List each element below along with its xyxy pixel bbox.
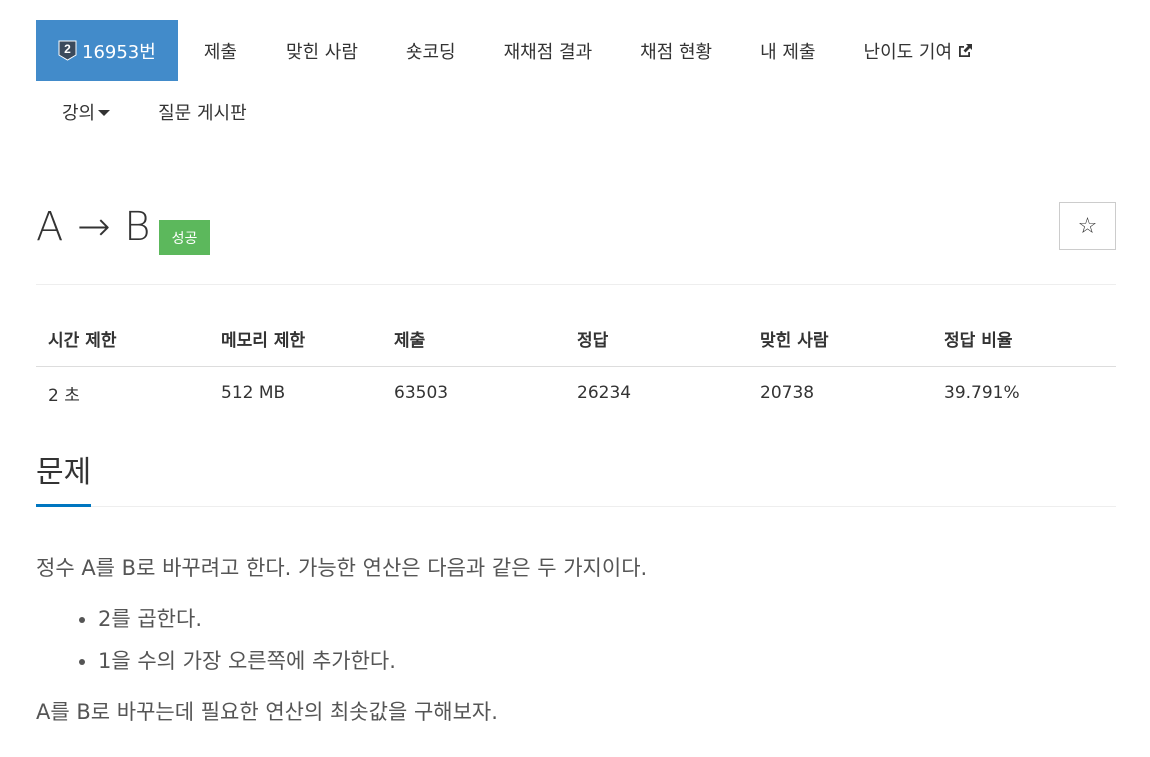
problem-outro: A를 B로 바꾸는데 필요한 연산의 최솟값을 구해보자. [36,700,498,724]
nav-lectures-label: 강의 [62,102,96,124]
nav-question-board[interactable]: 질문 게시판 [158,81,247,142]
problem-section-header: 문제 [36,452,1116,507]
header-solved-users: 맞힌 사람 [748,312,932,367]
favorite-star-button[interactable]: ☆ [1059,202,1116,250]
header-accept-ratio: 정답 비율 [932,312,1116,367]
problem-header: A → B 성공 ☆ [36,200,1116,285]
problem-info-table: 시간 제한 메모리 제한 제출 정답 맞힌 사람 정답 비율 2 초 512 M… [36,312,1116,420]
table-header-row: 시간 제한 메모리 제한 제출 정답 맞힌 사람 정답 비율 [36,312,1116,367]
nav-row-2: 강의 질문 게시판 [36,81,1116,142]
header-submissions: 제출 [382,312,565,367]
nav-submit[interactable]: 제출 [204,20,237,81]
nav-solved-users-label: 맞힌 사람 [285,41,358,63]
cell-accept-ratio: 39.791% [944,383,1020,404]
header-accepted: 정답 [565,312,748,367]
nav-problem-number-label: 16953번 [82,41,156,63]
cell-time-limit: 2 초 [48,385,80,406]
problem-intro: 정수 A를 B로 바꾸려고 한다. 가능한 연산은 다음과 같은 두 가지이다. [36,556,648,580]
nav-lectures-dropdown[interactable]: 강의 [62,81,111,142]
header-time-limit: 시간 제한 [36,312,209,367]
cell-memory-limit: 512 MB [221,383,286,404]
nav-rejudge-results[interactable]: 재채점 결과 [504,20,593,81]
page-title: A → B [36,204,151,250]
nav-difficulty-contribution[interactable]: 난이도 기여 [864,20,975,81]
nav-problem-number[interactable]: 2 16953번 [36,20,178,81]
nav-submit-label: 제출 [203,41,237,63]
nav-judge-status-label: 채점 현황 [640,41,713,63]
caret-down-icon [98,109,111,116]
nav-row-1: 2 16953번 제출 맞힌 사람 숏코딩 재채점 결과 채점 현황 내 제출 … [36,20,1116,81]
tier-badge-icon: 2 [58,40,77,61]
nav-my-submissions[interactable]: 내 제출 [760,20,815,81]
list-item: 2를 곱한다. [98,598,1116,640]
nav-judge-status[interactable]: 채점 현황 [640,20,712,81]
problem-nav: 2 16953번 제출 맞힌 사람 숏코딩 재채점 결과 채점 현황 내 제출 … [36,20,1116,142]
cell-solved-users: 20738 [760,383,815,404]
list-item: 1을 수의 가장 오른쪽에 추가한다. [98,640,1116,682]
problem-description: 정수 A를 B로 바꾸려고 한다. 가능한 연산은 다음과 같은 두 가지이다.… [36,548,1116,732]
operation-list: 2를 곱한다. 1을 수의 가장 오른쪽에 추가한다. [36,598,1116,682]
table-row: 2 초 512 MB 63503 26234 20738 39.791% [36,366,1116,420]
tier-badge-number: 2 [64,42,71,56]
nav-difficulty-contribution-label: 난이도 기여 [863,41,953,63]
section-title: 문제 [36,452,92,507]
nav-my-submissions-label: 내 제출 [760,41,816,63]
nav-solved-users[interactable]: 맞힌 사람 [286,20,358,81]
nav-rejudge-results-label: 재채점 결과 [503,41,593,63]
nav-short-coding-label: 숏코딩 [405,41,456,63]
cell-submissions: 63503 [394,383,449,404]
star-icon: ☆ [1077,213,1098,239]
header-memory-limit: 메모리 제한 [209,312,382,367]
status-badge: 성공 [159,220,210,255]
cell-accepted: 26234 [577,383,632,404]
nav-question-board-label: 질문 게시판 [158,102,247,124]
nav-short-coding[interactable]: 숏코딩 [406,20,456,81]
external-link-icon [956,42,974,60]
